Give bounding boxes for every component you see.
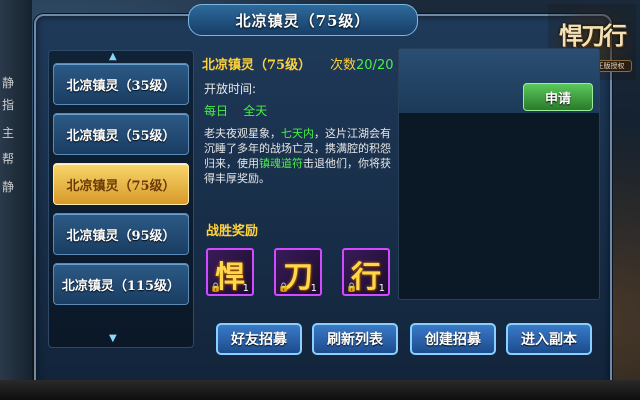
dungeon-item-label: 北凉镇灵（35级） <box>66 78 176 94</box>
team-list-panel: 申请 <box>398 48 600 300</box>
hud-text-4: 帮 <box>2 152 15 166</box>
dungeon-item-115[interactable]: 北凉镇灵（115级） <box>53 263 189 305</box>
reward-qty: 1 <box>310 283 317 294</box>
reward-item-2[interactable]: 刀 🔒 1 <box>274 248 322 296</box>
dungeon-item-55[interactable]: 北凉镇灵（55级） <box>53 113 189 155</box>
friend-recruit-button[interactable]: 好友招募 <box>216 323 302 355</box>
desc-highlight: 镇魂道符 <box>259 157 303 170</box>
logo-title: 悍刀行 <box>559 21 627 50</box>
desc-highlight: 七天内 <box>281 127 314 140</box>
lock-icon: 🔒 <box>210 283 222 293</box>
enter-dungeon-button[interactable]: 进入副本 <box>506 323 592 355</box>
lock-icon: 🔒 <box>346 283 358 293</box>
count-label: 次数 <box>330 58 357 73</box>
dungeon-item-label: 北凉镇灵（115级） <box>61 278 181 294</box>
reward-qty: 1 <box>242 283 249 294</box>
hud-text-5: 静 <box>2 180 15 194</box>
dungeon-item-label: 北凉镇灵（95级） <box>66 228 176 244</box>
scroll-down-icon[interactable]: ▼ <box>109 333 117 344</box>
lock-icon: 🔒 <box>278 283 290 293</box>
button-label: 好友招募 <box>231 332 287 348</box>
desc-part: 老夫夜观星象， <box>204 127 281 140</box>
button-label: 创建招募 <box>425 332 481 348</box>
window-title: 北凉镇灵（75级） <box>235 11 371 30</box>
hud-text-1: 静 <box>2 76 15 90</box>
dungeon-list-panel: ▲ 北凉镇灵（35级） 北凉镇灵（55级） 北凉镇灵（75级） 北凉镇灵（95级… <box>48 50 194 348</box>
button-label: 进入副本 <box>521 332 577 348</box>
hud-text-2: 指 <box>2 98 15 112</box>
dungeon-item-label: 北凉镇灵（75级） <box>66 178 176 194</box>
dungeon-item-35[interactable]: 北凉镇灵（35级） <box>53 63 189 105</box>
count-value: 20/20 <box>356 58 394 73</box>
open-time-label: 开放时间: <box>204 82 257 96</box>
hud-text-3: 主 <box>2 126 15 140</box>
apply-button[interactable]: 申请 <box>523 83 593 111</box>
dungeon-item-label: 北凉镇灵（55级） <box>66 128 176 144</box>
reward-item-3[interactable]: 行 🔒 1 <box>342 248 390 296</box>
refresh-list-button[interactable]: 刷新列表 <box>312 323 398 355</box>
open-days: 每日 全天 <box>204 104 268 118</box>
window-titlebar: 北凉镇灵（75级） <box>188 4 418 36</box>
create-recruit-button[interactable]: 创建招募 <box>410 323 496 355</box>
attempt-count: 次数20/20 <box>330 54 393 73</box>
reward-label: 战胜奖励 <box>206 224 259 239</box>
apply-label: 申请 <box>544 91 571 107</box>
detail-title: 北凉镇灵（75级） <box>202 58 312 73</box>
dungeon-description: 老夫夜观星象，七天内，这片江湖会有沉睡了多年的战场亡灵，携满腔的积怨归来，使用镇… <box>204 126 394 186</box>
bottom-hud-bar <box>0 380 640 400</box>
scroll-up-icon[interactable]: ▲ <box>109 51 117 62</box>
dungeon-item-95[interactable]: 北凉镇灵（95级） <box>53 213 189 255</box>
dungeon-item-75[interactable]: 北凉镇灵（75级） <box>53 163 189 205</box>
reward-qty: 1 <box>378 283 385 294</box>
reward-item-1[interactable]: 悍 🔒 1 <box>206 248 254 296</box>
button-label: 刷新列表 <box>327 332 383 348</box>
left-hud-strip: 静 指 主 帮 静 <box>0 0 32 400</box>
team-row: 申请 <box>399 49 599 113</box>
